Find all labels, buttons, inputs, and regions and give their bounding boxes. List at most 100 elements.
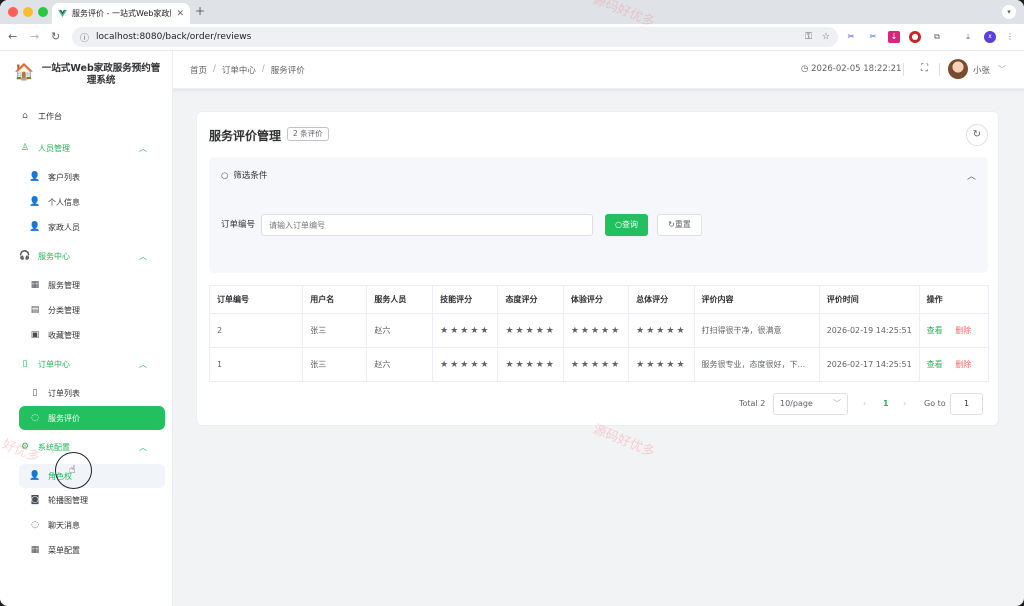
search-button[interactable]: ○查询 (605, 214, 648, 236)
view-button[interactable]: 查看 (927, 326, 943, 335)
goto-page-input[interactable]: 1 (950, 393, 983, 415)
forward-icon[interactable]: → (30, 30, 39, 43)
header-clock: ◷ 2026-02-05 18:22:21 (801, 64, 902, 74)
page-size-select[interactable]: 10/page ﹀ (773, 393, 848, 415)
extensions-puzzle-icon[interactable]: ⧉ (931, 31, 943, 43)
attitude-rating: ★★★★★ (497, 347, 564, 382)
order-no-input[interactable] (261, 214, 593, 236)
sidebar-item-reviews[interactable]: ◌ 服务评价 (19, 406, 165, 430)
sidebar-item-favorites[interactable]: ▣ 收藏管理 (19, 324, 165, 346)
breadcrumb-orders[interactable]: 订单中心 (222, 64, 256, 76)
delete-button[interactable]: 删除 (955, 360, 971, 369)
menu-grid-icon: ▦ (30, 545, 40, 555)
close-tab-icon[interactable]: ✕ (176, 9, 184, 19)
breadcrumb-home[interactable]: 首页 (190, 64, 207, 76)
extension-scissors-icon[interactable]: ✂ (845, 31, 857, 43)
username[interactable]: 小张 (973, 64, 990, 76)
sidebar-item-staff[interactable]: 👤 家政人员 (19, 216, 165, 238)
profile-avatar-icon[interactable]: x (984, 31, 996, 43)
address-bar[interactable]: ⓘ localhost:8080/back/order/reviews ⚿ ☆ (72, 27, 838, 47)
user-icon: 👤 (29, 197, 41, 207)
chevron-down-icon[interactable]: ﹀ (998, 64, 1006, 75)
camera-icon: ◙ (30, 495, 40, 505)
fullscreen-icon[interactable]: ⛶ (921, 63, 928, 74)
view-button[interactable]: 查看 (927, 360, 943, 369)
collapse-chevron-icon[interactable]: ︿ (967, 169, 976, 182)
sidebar-item-workbench[interactable]: ⌂ 工作台 (19, 105, 165, 127)
chevron-up-icon: ︿ (139, 251, 147, 261)
refresh-button[interactable]: ↻ (966, 124, 988, 146)
browser-menu-icon[interactable]: ⋮ (1004, 31, 1016, 43)
time-cell: 2026-02-17 14:25:51 (818, 347, 920, 382)
column-header: 服务人员 (366, 285, 434, 314)
order-no-label: 订单编号 (221, 220, 256, 230)
time-cell: 2026-02-19 14:25:51 (818, 313, 920, 348)
column-header: 态度评分 (497, 285, 564, 314)
sidebar-item-profile[interactable]: 👤 个人信息 (19, 191, 165, 213)
sidebar-item-menu-config[interactable]: ▦ 菜单配置 (19, 539, 165, 561)
refresh-icon: ↻ (972, 129, 982, 140)
sidebar-group-personnel[interactable]: ♙ 人员管理 ︿ (19, 137, 165, 159)
site-info-icon[interactable]: ⓘ (80, 31, 89, 44)
delete-button[interactable]: 删除 (955, 326, 971, 335)
tab-title: 服务评价 - 一站式Web家政服务 (72, 9, 171, 18)
app-header: 首页 / 订单中心 / 服务评价 ◷ 2026-02-05 18:22:21 ⛶… (173, 51, 1024, 89)
back-icon[interactable]: ← (8, 30, 17, 43)
content-cell: 服务很专业，态度很好，下... (693, 347, 820, 382)
reset-button[interactable]: ↻重置 (657, 214, 702, 236)
password-key-icon[interactable]: ⚿ (805, 32, 812, 42)
vue-logo-icon (58, 9, 67, 18)
document-icon: ▯ (22, 359, 28, 369)
staff-cell: 赵六 (366, 313, 434, 348)
extension-red-icon[interactable]: ● (909, 31, 921, 43)
page-title: 服务评价管理 (209, 129, 282, 143)
browser-tab[interactable]: 服务评价 - 一站式Web家政服务 ✕ (52, 3, 190, 24)
close-window-icon[interactable] (8, 7, 18, 17)
sidebar-group-services[interactable]: 🎧 服务中心 ︿ (19, 245, 165, 267)
new-tab-icon[interactable]: + (195, 4, 205, 18)
sidebar-group-system[interactable]: ⚙ 系统配置 ︿ (19, 436, 165, 458)
bookmark-star-icon[interactable]: ☆ (822, 32, 830, 42)
column-header: 总体评分 (628, 285, 695, 314)
chat-bubble-icon: ◌ (31, 413, 39, 423)
staff-cell: 赵六 (366, 347, 434, 382)
table-row: 2 张三 赵六 ★★★★★ ★★★★★ ★★★★★ ★★★★★ 打扫得很干净，很… (208, 313, 990, 348)
cursor-highlight: ☝ (55, 452, 92, 489)
next-page-icon[interactable]: › (903, 399, 906, 408)
experience-rating: ★★★★★ (562, 313, 630, 348)
chevron-up-icon: ︿ (139, 143, 147, 153)
attitude-rating: ★★★★★ (497, 313, 564, 348)
hand-cursor-icon: ☝ (69, 463, 76, 476)
extension-download-icon[interactable]: ↓ (888, 31, 900, 43)
actions-cell: 查看 删除 (918, 313, 990, 348)
table-header-row: 订单编号 用户名 服务人员 技能评分 态度评分 体验评分 总体评分 评价内容 评… (208, 285, 990, 314)
sidebar-item-chat[interactable]: ◌ 聊天消息 (19, 514, 165, 536)
pagination-total: Total 2 (739, 399, 766, 408)
tab-search-icon[interactable]: ▾ (1002, 5, 1016, 19)
filter-header[interactable]: ○ 筛选条件 (221, 169, 267, 181)
reload-icon[interactable]: ↻ (51, 30, 60, 43)
headset-icon: 🎧 (19, 251, 31, 261)
sidebar-item-order-list[interactable]: ▯ 订单列表 (19, 382, 165, 404)
sidebar-group-orders[interactable]: ▯ 订单中心 ︿ (19, 353, 165, 375)
avatar[interactable] (948, 59, 968, 79)
sidebar-item-customers[interactable]: 👤 客户列表 (19, 166, 165, 188)
user-icon: 👤 (29, 222, 41, 232)
sidebar-item-roles[interactable]: 👤 角色权 (19, 464, 165, 488)
sidebar: 🏠 一站式Web家政服务预约管 理系统 ⌂ 工作台 ♙ 人员管理 ︿ 👤 客户列… (0, 51, 173, 606)
page-number[interactable]: 1 (883, 399, 889, 408)
sidebar-item-category-manage[interactable]: ▤ 分类管理 (19, 299, 165, 321)
sidebar-item-service-manage[interactable]: ▦ 服务管理 (19, 274, 165, 296)
overall-rating: ★★★★★ (628, 347, 695, 382)
category-icon: ▤ (30, 305, 40, 315)
user-cell: 张三 (302, 313, 368, 348)
extension-cut-icon[interactable]: ✂ (867, 31, 879, 43)
sidebar-item-carousel[interactable]: ◙ 轮播图管理 (19, 489, 165, 511)
content-cell: 打扫得很干净，很满意 (693, 313, 820, 348)
goto-label: Go to (924, 399, 946, 408)
prev-page-icon[interactable]: ‹ (863, 399, 866, 408)
maximize-window-icon[interactable] (38, 7, 48, 17)
downloads-icon[interactable]: ⤓ (962, 31, 974, 43)
clock-icon: ◷ (801, 64, 809, 74)
minimize-window-icon[interactable] (23, 7, 33, 17)
